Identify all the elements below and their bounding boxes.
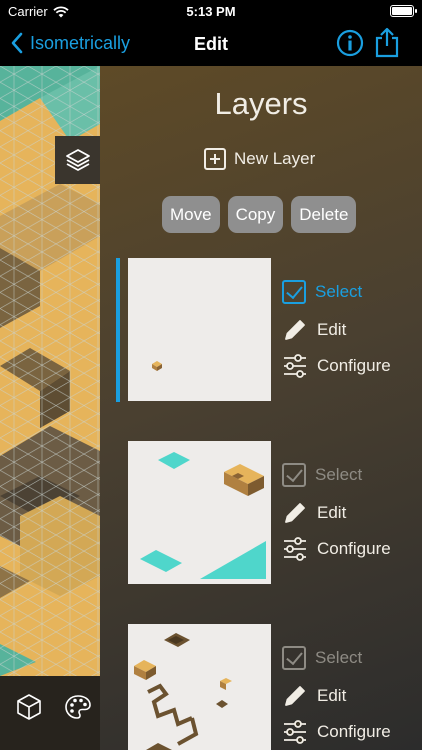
layers-icon bbox=[65, 149, 90, 171]
layer-preview bbox=[152, 361, 162, 371]
checkbox-icon bbox=[282, 280, 306, 304]
configure-button[interactable]: Configure bbox=[282, 354, 391, 378]
plus-icon bbox=[204, 148, 226, 170]
selected-layer-indicator bbox=[116, 258, 120, 402]
layer-thumbnail[interactable] bbox=[128, 258, 271, 401]
new-layer-label: New Layer bbox=[234, 149, 316, 168]
drawing-canvas[interactable] bbox=[0, 66, 100, 676]
pencil-icon bbox=[285, 320, 305, 340]
select-label: Select bbox=[315, 465, 363, 484]
layer-row: Select Edit Configure bbox=[100, 624, 422, 750]
edit-label: Edit bbox=[317, 320, 347, 339]
select-label: Select bbox=[315, 282, 363, 301]
bottom-toolbar bbox=[0, 676, 100, 750]
status-time: 5:13 PM bbox=[186, 4, 236, 19]
layer-thumbnail[interactable] bbox=[128, 441, 271, 584]
new-layer-button[interactable]: New Layer bbox=[204, 148, 315, 170]
layer-row: Select Edit Configure bbox=[100, 258, 422, 402]
select-button[interactable]: Select bbox=[282, 646, 362, 670]
configure-label: Configure bbox=[317, 539, 391, 558]
palette-icon[interactable] bbox=[64, 693, 92, 721]
status-bar: Carrier 5:13 PM bbox=[0, 0, 422, 24]
battery-icon bbox=[390, 5, 417, 17]
sliders-icon bbox=[284, 354, 306, 378]
configure-button[interactable]: Configure bbox=[282, 720, 391, 744]
copy-button[interactable]: Copy bbox=[227, 196, 284, 233]
checkbox-icon bbox=[282, 646, 306, 670]
configure-label: Configure bbox=[317, 356, 391, 375]
select-button[interactable]: Select bbox=[282, 463, 362, 487]
select-label: Select bbox=[315, 648, 363, 667]
share-icon[interactable] bbox=[374, 26, 400, 58]
edit-button[interactable]: Edit bbox=[282, 683, 346, 709]
info-icon[interactable] bbox=[336, 29, 364, 57]
layer-preview bbox=[140, 452, 266, 579]
edit-label: Edit bbox=[317, 686, 347, 705]
move-button[interactable]: Move bbox=[162, 196, 220, 233]
configure-button[interactable]: Configure bbox=[282, 537, 391, 561]
navigation-bar: Isometrically Edit bbox=[0, 24, 422, 66]
checkbox-icon bbox=[282, 463, 306, 487]
edit-button[interactable]: Edit bbox=[282, 500, 346, 526]
layer-actions-row: Move Copy Delete bbox=[162, 196, 357, 233]
layer-row: Select Edit Configure bbox=[100, 441, 422, 585]
cube-icon[interactable] bbox=[16, 693, 42, 721]
layers-panel: Layers New Layer Move Copy Delete Select… bbox=[100, 66, 422, 750]
pencil-icon bbox=[285, 503, 305, 523]
edit-label: Edit bbox=[317, 503, 347, 522]
pencil-icon bbox=[285, 686, 305, 706]
sliders-icon bbox=[284, 720, 306, 744]
select-button[interactable]: Select bbox=[282, 280, 362, 304]
layer-preview bbox=[134, 633, 232, 750]
panel-title: Layers bbox=[214, 86, 308, 121]
edit-button[interactable]: Edit bbox=[282, 317, 346, 343]
layers-toggle-button[interactable] bbox=[55, 136, 100, 184]
sliders-icon bbox=[284, 537, 306, 561]
configure-label: Configure bbox=[317, 722, 391, 741]
layer-thumbnail[interactable] bbox=[128, 624, 271, 750]
delete-button[interactable]: Delete bbox=[291, 196, 357, 233]
